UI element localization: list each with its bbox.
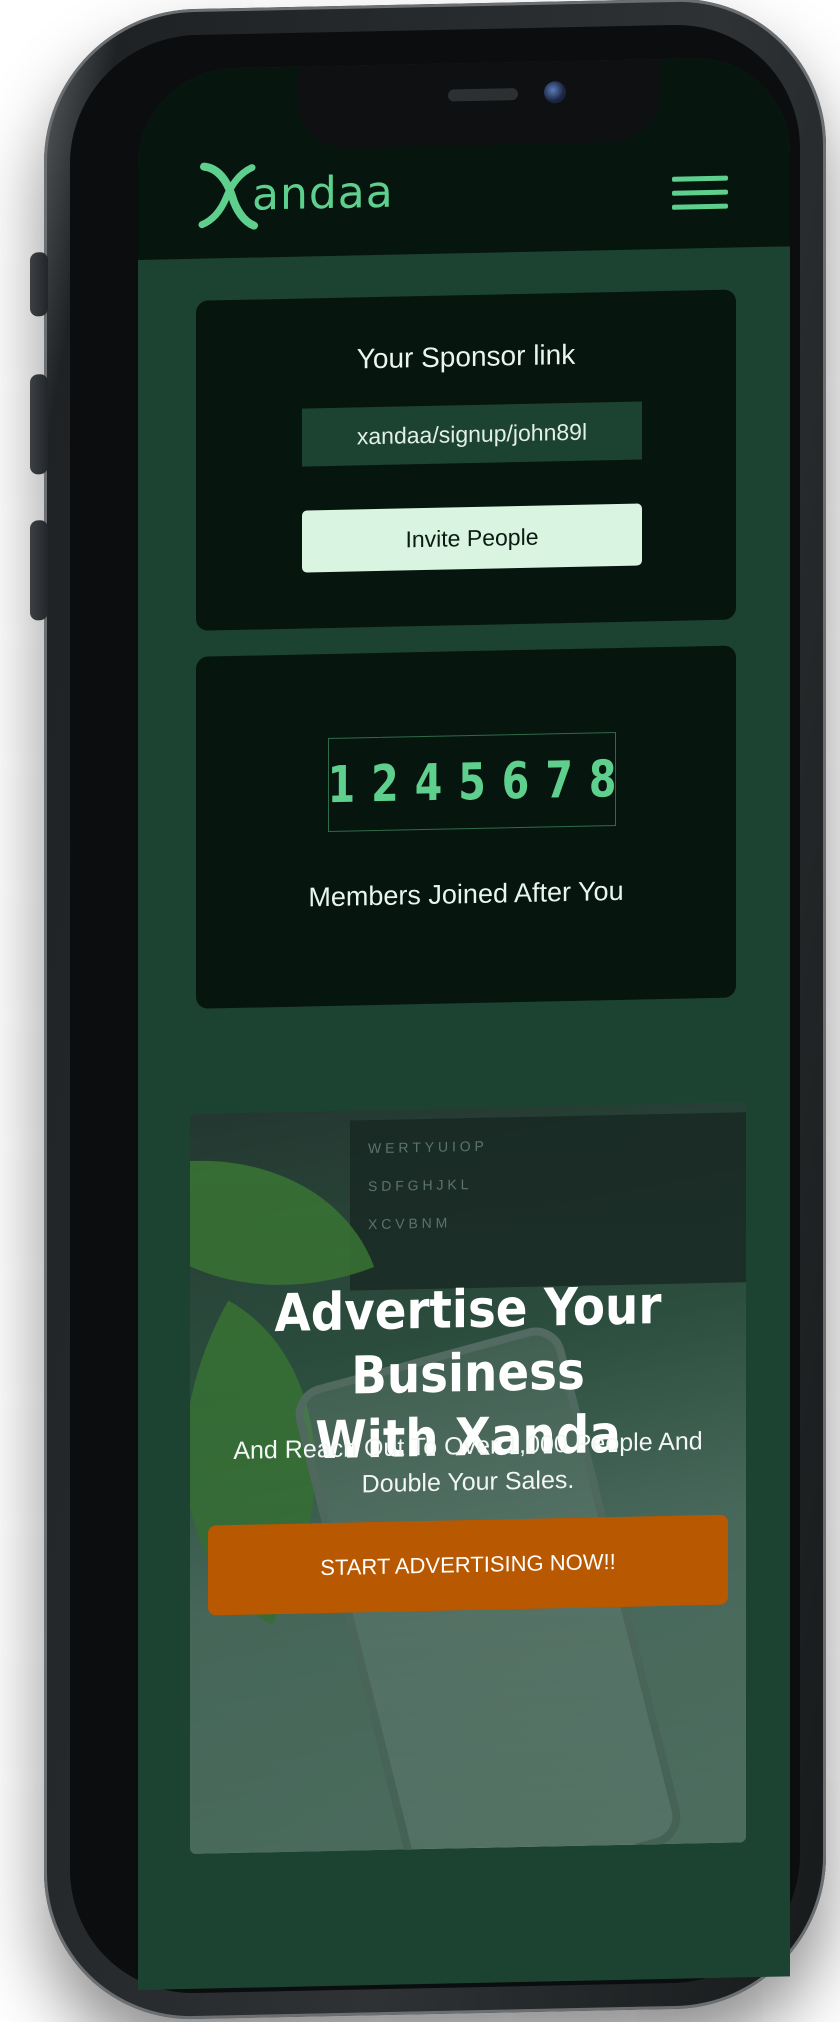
speaker-grille — [448, 88, 518, 102]
advertise-banner: W E R T Y U I O P S D F G H J K L X C V … — [190, 1102, 746, 1854]
notch — [298, 59, 660, 149]
counter-digit: 1 — [327, 755, 356, 815]
x-mark-logo-icon — [198, 162, 258, 230]
advert-title-line1: Advertise Your Business — [274, 1276, 662, 1407]
members-joined-label: Members Joined After You — [308, 875, 624, 913]
members-counter: 1 2 4 5 6 7 8 — [327, 731, 617, 833]
front-camera-icon — [544, 81, 566, 104]
counter-digit: 4 — [414, 753, 443, 813]
advert-subtitle: And Reach Out To Over 1,000 People And D… — [230, 1423, 706, 1505]
invite-people-button[interactable]: Invite People — [302, 503, 642, 573]
sponsor-link-field[interactable]: xandaa/signup/john89l — [302, 401, 642, 467]
mute-switch — [30, 252, 48, 317]
brand-logo[interactable]: andaa — [198, 157, 394, 231]
counter-digit: 7 — [545, 750, 573, 810]
hamburger-menu-icon[interactable] — [672, 175, 728, 221]
counter-digit: 2 — [371, 754, 399, 814]
counter-digit: 5 — [458, 752, 486, 812]
volume-up-button — [30, 374, 48, 475]
volume-down-button — [30, 520, 48, 621]
members-counter-card: 1 2 4 5 6 7 8 Members Joined After You — [196, 645, 736, 1009]
counter-digit: 6 — [501, 751, 530, 811]
counter-digit: 8 — [588, 749, 617, 809]
sponsor-link-card: Your Sponsor link xandaa/signup/john89l … — [196, 289, 736, 631]
brand-name: andaa — [252, 166, 394, 221]
start-advertising-button[interactable]: START ADVERTISING NOW!! — [208, 1514, 728, 1616]
phone-screen: andaa Your Sponsor link xandaa/signup/jo… — [138, 56, 790, 1991]
sponsor-link-title: Your Sponsor link — [356, 338, 576, 375]
